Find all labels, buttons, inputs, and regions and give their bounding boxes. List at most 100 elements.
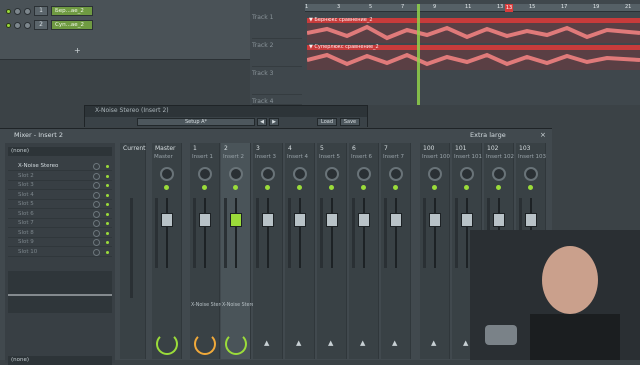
pan-knob-icon[interactable] — [325, 167, 339, 181]
strip-led[interactable] — [265, 185, 270, 190]
mix-knob-icon[interactable] — [93, 239, 100, 246]
route-arrow-icon[interactable]: ▲ — [264, 339, 269, 347]
fx-slot[interactable]: Slot 7 — [8, 219, 112, 228]
fx-slot[interactable]: Slot 9 — [8, 238, 112, 247]
load-button[interactable]: Load — [317, 118, 337, 126]
slot-led[interactable] — [106, 165, 109, 168]
volume-knob-icon[interactable] — [24, 7, 31, 15]
pan-knob-icon[interactable] — [198, 167, 212, 181]
prev-preset-icon[interactable]: ◀ — [257, 118, 267, 126]
mix-knob-icon[interactable] — [93, 191, 100, 199]
volume-fader[interactable] — [493, 213, 505, 227]
add-channel-button[interactable]: + — [74, 46, 81, 55]
route-arrow-icon[interactable]: ▲ — [328, 339, 333, 347]
strip-led[interactable] — [297, 185, 302, 190]
slot-led[interactable] — [106, 193, 109, 197]
volume-fader[interactable] — [161, 213, 173, 227]
volume-fader[interactable] — [429, 213, 441, 227]
playhead[interactable] — [417, 4, 420, 105]
pan-knob-icon[interactable] — [357, 167, 371, 181]
strip-led[interactable] — [202, 185, 207, 190]
slot-led[interactable] — [106, 174, 109, 178]
timeline-ruler[interactable]: 1 3 5 7 9 11 13 15 17 19 21 — [305, 4, 640, 12]
mix-knob-icon[interactable] — [93, 229, 100, 237]
volume-fader[interactable] — [262, 213, 274, 227]
mix-knob-icon[interactable] — [93, 201, 100, 208]
pan-knob-icon[interactable] — [293, 167, 307, 181]
mixer-strip[interactable]: 4 Insert 4 ▲ — [285, 143, 315, 359]
strip-led[interactable] — [233, 185, 238, 190]
pan-knob-icon[interactable] — [492, 167, 506, 181]
route-arrow-icon[interactable]: ▲ — [392, 339, 397, 347]
mixer-strip[interactable]: 100 Insert 100 ▲ — [420, 143, 450, 359]
strip-led[interactable] — [393, 185, 398, 190]
strip-led[interactable] — [361, 185, 366, 190]
volume-fader[interactable] — [358, 213, 370, 227]
channel-number[interactable]: 2 — [34, 20, 48, 30]
strip-led[interactable] — [329, 185, 334, 190]
route-arrow-icon[interactable]: ▲ — [296, 339, 301, 347]
pan-knob-icon[interactable] — [14, 21, 21, 29]
track-label[interactable]: Track 1 — [252, 12, 302, 39]
fx-slot[interactable]: Slot 10 — [8, 248, 112, 257]
strip-led[interactable] — [528, 185, 533, 190]
channel-led[interactable] — [6, 8, 11, 14]
mixer-size-select[interactable]: Extra large — [470, 131, 506, 139]
mix-knob-icon[interactable] — [93, 163, 100, 170]
channel-name[interactable]: Суп...ае_2 — [51, 20, 93, 30]
pan-knob-icon[interactable] — [524, 167, 538, 181]
channel-row[interactable]: 2 Суп...ае_2 — [6, 19, 93, 31]
fx-slot[interactable]: Slot 3 — [8, 181, 112, 190]
mixer-strip[interactable]: 3 Insert 3 ▲ — [253, 143, 283, 359]
mixer-strip[interactable]: 1 Insert 1 X-Noise Stereo — [190, 143, 226, 359]
preset-name[interactable]: Setup A* — [137, 118, 255, 126]
eq-graph[interactable] — [8, 271, 112, 313]
output-select[interactable]: (none) — [8, 356, 112, 365]
slot-led[interactable] — [106, 212, 109, 216]
strip-led[interactable] — [464, 185, 469, 190]
volume-fader[interactable] — [525, 213, 537, 227]
strip-led[interactable] — [496, 185, 501, 190]
save-button[interactable]: Save — [340, 118, 360, 126]
slot-led[interactable] — [106, 203, 109, 206]
audio-clip[interactable]: ▼ Суперлюкс сравнение_2 — [307, 44, 640, 70]
slot-led[interactable] — [106, 250, 109, 254]
channel-led[interactable] — [6, 22, 11, 28]
route-arrow-icon[interactable] — [225, 333, 247, 355]
fx-slot[interactable]: Slot 5 — [8, 200, 112, 209]
fx-slot[interactable]: Slot 4 — [8, 191, 112, 200]
mixer-strip[interactable]: 7 Insert 7 ▲ — [381, 143, 411, 359]
track-label[interactable]: Track 4 — [252, 96, 302, 105]
route-arrow-icon[interactable]: ▲ — [360, 339, 365, 347]
mix-knob-icon[interactable] — [93, 248, 100, 256]
volume-knob-icon[interactable] — [24, 21, 31, 29]
channel-row[interactable]: 1 Бер...ае_2 — [6, 5, 93, 17]
track-label[interactable]: Track 3 — [252, 68, 302, 95]
fx-slot[interactable]: Slot 2 — [8, 172, 112, 181]
route-arrow-icon[interactable]: ▲ — [431, 339, 436, 347]
volume-fader[interactable] — [294, 213, 306, 227]
fx-slot[interactable]: Slot 8 — [8, 229, 112, 238]
slot-led[interactable] — [106, 184, 109, 187]
strip-led[interactable] — [164, 185, 169, 190]
volume-fader[interactable] — [461, 213, 473, 227]
mixer-strip[interactable]: Master Master — [152, 143, 182, 359]
route-arrow-icon[interactable] — [156, 333, 178, 355]
mixer-strip[interactable]: Current — [120, 143, 146, 359]
mix-knob-icon[interactable] — [93, 220, 100, 227]
volume-fader[interactable] — [326, 213, 338, 227]
mixer-strip[interactable]: 5 Insert 5 ▲ — [317, 143, 347, 359]
pan-knob-icon[interactable] — [160, 167, 174, 181]
fx-slot[interactable]: Slot 6 — [8, 210, 112, 219]
pan-knob-icon[interactable] — [460, 167, 474, 181]
route-arrow-icon[interactable] — [194, 333, 216, 355]
track-label[interactable]: Track 2 — [252, 40, 302, 67]
preset-select[interactable]: (none) — [8, 147, 112, 156]
channel-name[interactable]: Бер...ае_2 — [51, 6, 93, 16]
pan-knob-icon[interactable] — [229, 167, 243, 181]
pan-knob-icon[interactable] — [389, 167, 403, 181]
mixer-strip[interactable]: 2 Insert 2 X-Noise Stereo — [221, 143, 257, 359]
mixer-strip[interactable]: 6 Insert 6 ▲ — [349, 143, 379, 359]
next-preset-icon[interactable]: ▶ — [269, 118, 279, 126]
channel-number[interactable]: 1 — [34, 6, 48, 16]
